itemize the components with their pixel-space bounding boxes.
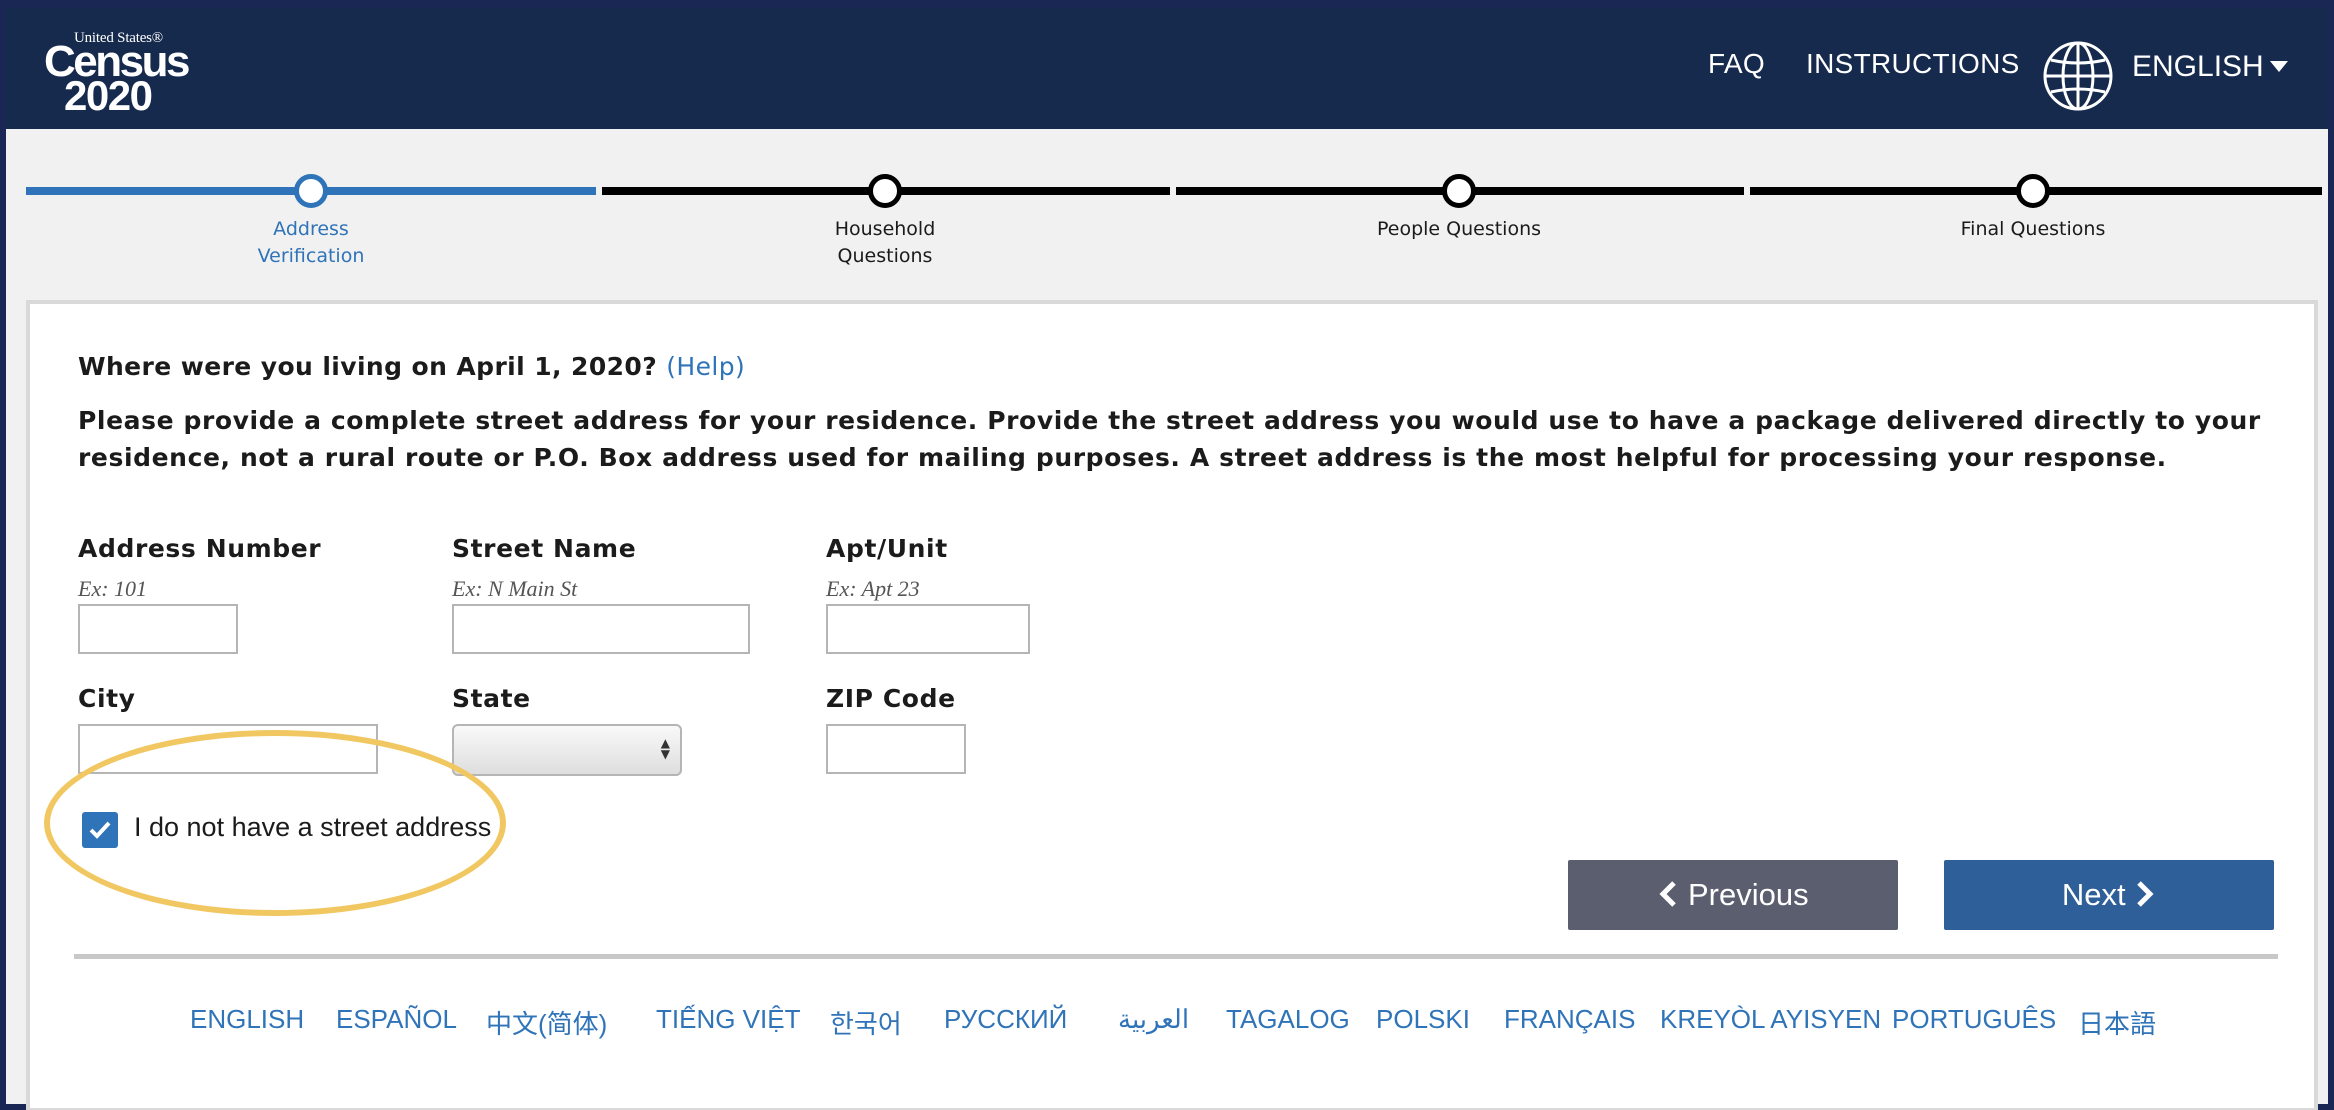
previous-button[interactable]: Previous [1568,860,1898,930]
language-links: ENGLISH ESPAÑOL 中文(简体) TIẾNG VIỆT 한국어 РУ… [30,1004,2322,1044]
checkmark-icon [89,821,111,839]
site-header: United States® Census 2020 FAQ INSTRUCTI… [6,8,2328,129]
logo-year: 2020 [64,72,153,119]
next-button-label: Next [2061,877,2126,912]
street-name-example: Ex: N Main St [452,576,578,601]
address-number-example: Ex: 101 [78,576,148,601]
apt-unit-input[interactable] [826,604,1030,654]
state-label: State [452,684,531,713]
step-label-people-questions: People Questions [1339,216,1579,243]
apt-unit-example: Ex: Apt 23 [826,576,920,601]
language-dropdown[interactable]: ENGLISH [2132,50,2288,84]
step-label-line: Household [834,218,936,240]
language-link-chinese[interactable]: 中文(简体) [486,1004,607,1041]
language-link-vietnamese[interactable]: TIẾNG VIỆT [656,1004,800,1035]
census-2020-logo[interactable]: United States® Census 2020 [44,30,190,120]
language-link-haitian-creole[interactable]: KREYÒL AYISYEN [1660,1004,1881,1035]
next-button[interactable]: Next [1944,860,2274,930]
apt-unit-label: Apt/Unit [826,534,948,563]
step-label-line: Address [273,218,349,240]
question-title: Where were you living on April 1, 2020? … [78,352,745,381]
step-label-household-questions: Household Questions [765,216,1005,270]
language-link-english[interactable]: ENGLISH [190,1004,304,1035]
address-number-input[interactable] [78,604,238,654]
zip-code-label: ZIP Code [826,684,956,713]
step-label-line: Final Questions [1960,218,2106,240]
step-marker-people-questions [1442,174,1476,208]
step-label-final-questions: Final Questions [1913,216,2153,243]
footer-divider [74,954,2278,959]
language-dropdown-label: ENGLISH [2132,50,2264,83]
step-label-line: Verification [257,245,365,267]
step-label-address-verification: Address Verification [191,216,431,270]
chevron-left-icon [1659,881,1677,908]
census-window: United States® Census 2020 FAQ INSTRUCTI… [0,0,2334,1110]
address-instructions: Please provide a complete street address… [78,406,2261,472]
language-link-french[interactable]: FRANÇAIS [1504,1004,1635,1035]
language-link-korean[interactable]: 한국어 [830,1004,902,1041]
chevron-right-icon [2137,881,2154,908]
question-text: Where were you living on April 1, 2020? [78,352,658,381]
globe-icon[interactable] [2040,38,2116,114]
step-label-line: Questions [837,245,933,267]
address-number-label: Address Number [78,534,322,563]
help-link[interactable]: (Help) [666,352,745,381]
previous-button-label: Previous [1688,877,1809,912]
select-arrows-icon: ▲ ▼ [660,736,670,761]
no-street-address-checkbox[interactable] [82,812,118,848]
language-link-arabic[interactable]: العربية [1118,1004,1189,1035]
language-link-japanese[interactable]: 日本語 [2078,1004,2156,1041]
step-label-line: People Questions [1376,218,1542,240]
progress-stepper: Address Verification Household Questions… [26,166,2322,286]
city-label: City [78,684,136,713]
language-link-espanol[interactable]: ESPAÑOL [336,1004,457,1035]
no-street-address-label: I do not have a street address [134,812,492,842]
step-marker-address-verification [294,174,328,208]
state-select[interactable]: ▲ ▼ [452,724,682,776]
step-marker-final-questions [2016,174,2050,208]
faq-link[interactable]: FAQ [1708,48,1765,80]
language-link-portuguese[interactable]: PORTUGUÊS [1892,1004,2056,1035]
address-form-panel: Where were you living on April 1, 2020? … [26,300,2318,1110]
instructions-link[interactable]: INSTRUCTIONS [1806,48,2020,80]
street-name-input[interactable] [452,604,750,654]
language-link-polish[interactable]: POLSKI [1376,1004,1470,1035]
street-name-label: Street Name [452,534,637,563]
language-link-russian[interactable]: РУССКИЙ [944,1004,1067,1035]
language-link-tagalog[interactable]: TAGALOG [1226,1004,1350,1035]
zip-code-input[interactable] [826,724,966,774]
chevron-down-icon [2269,60,2288,72]
step-marker-household-questions [868,174,902,208]
